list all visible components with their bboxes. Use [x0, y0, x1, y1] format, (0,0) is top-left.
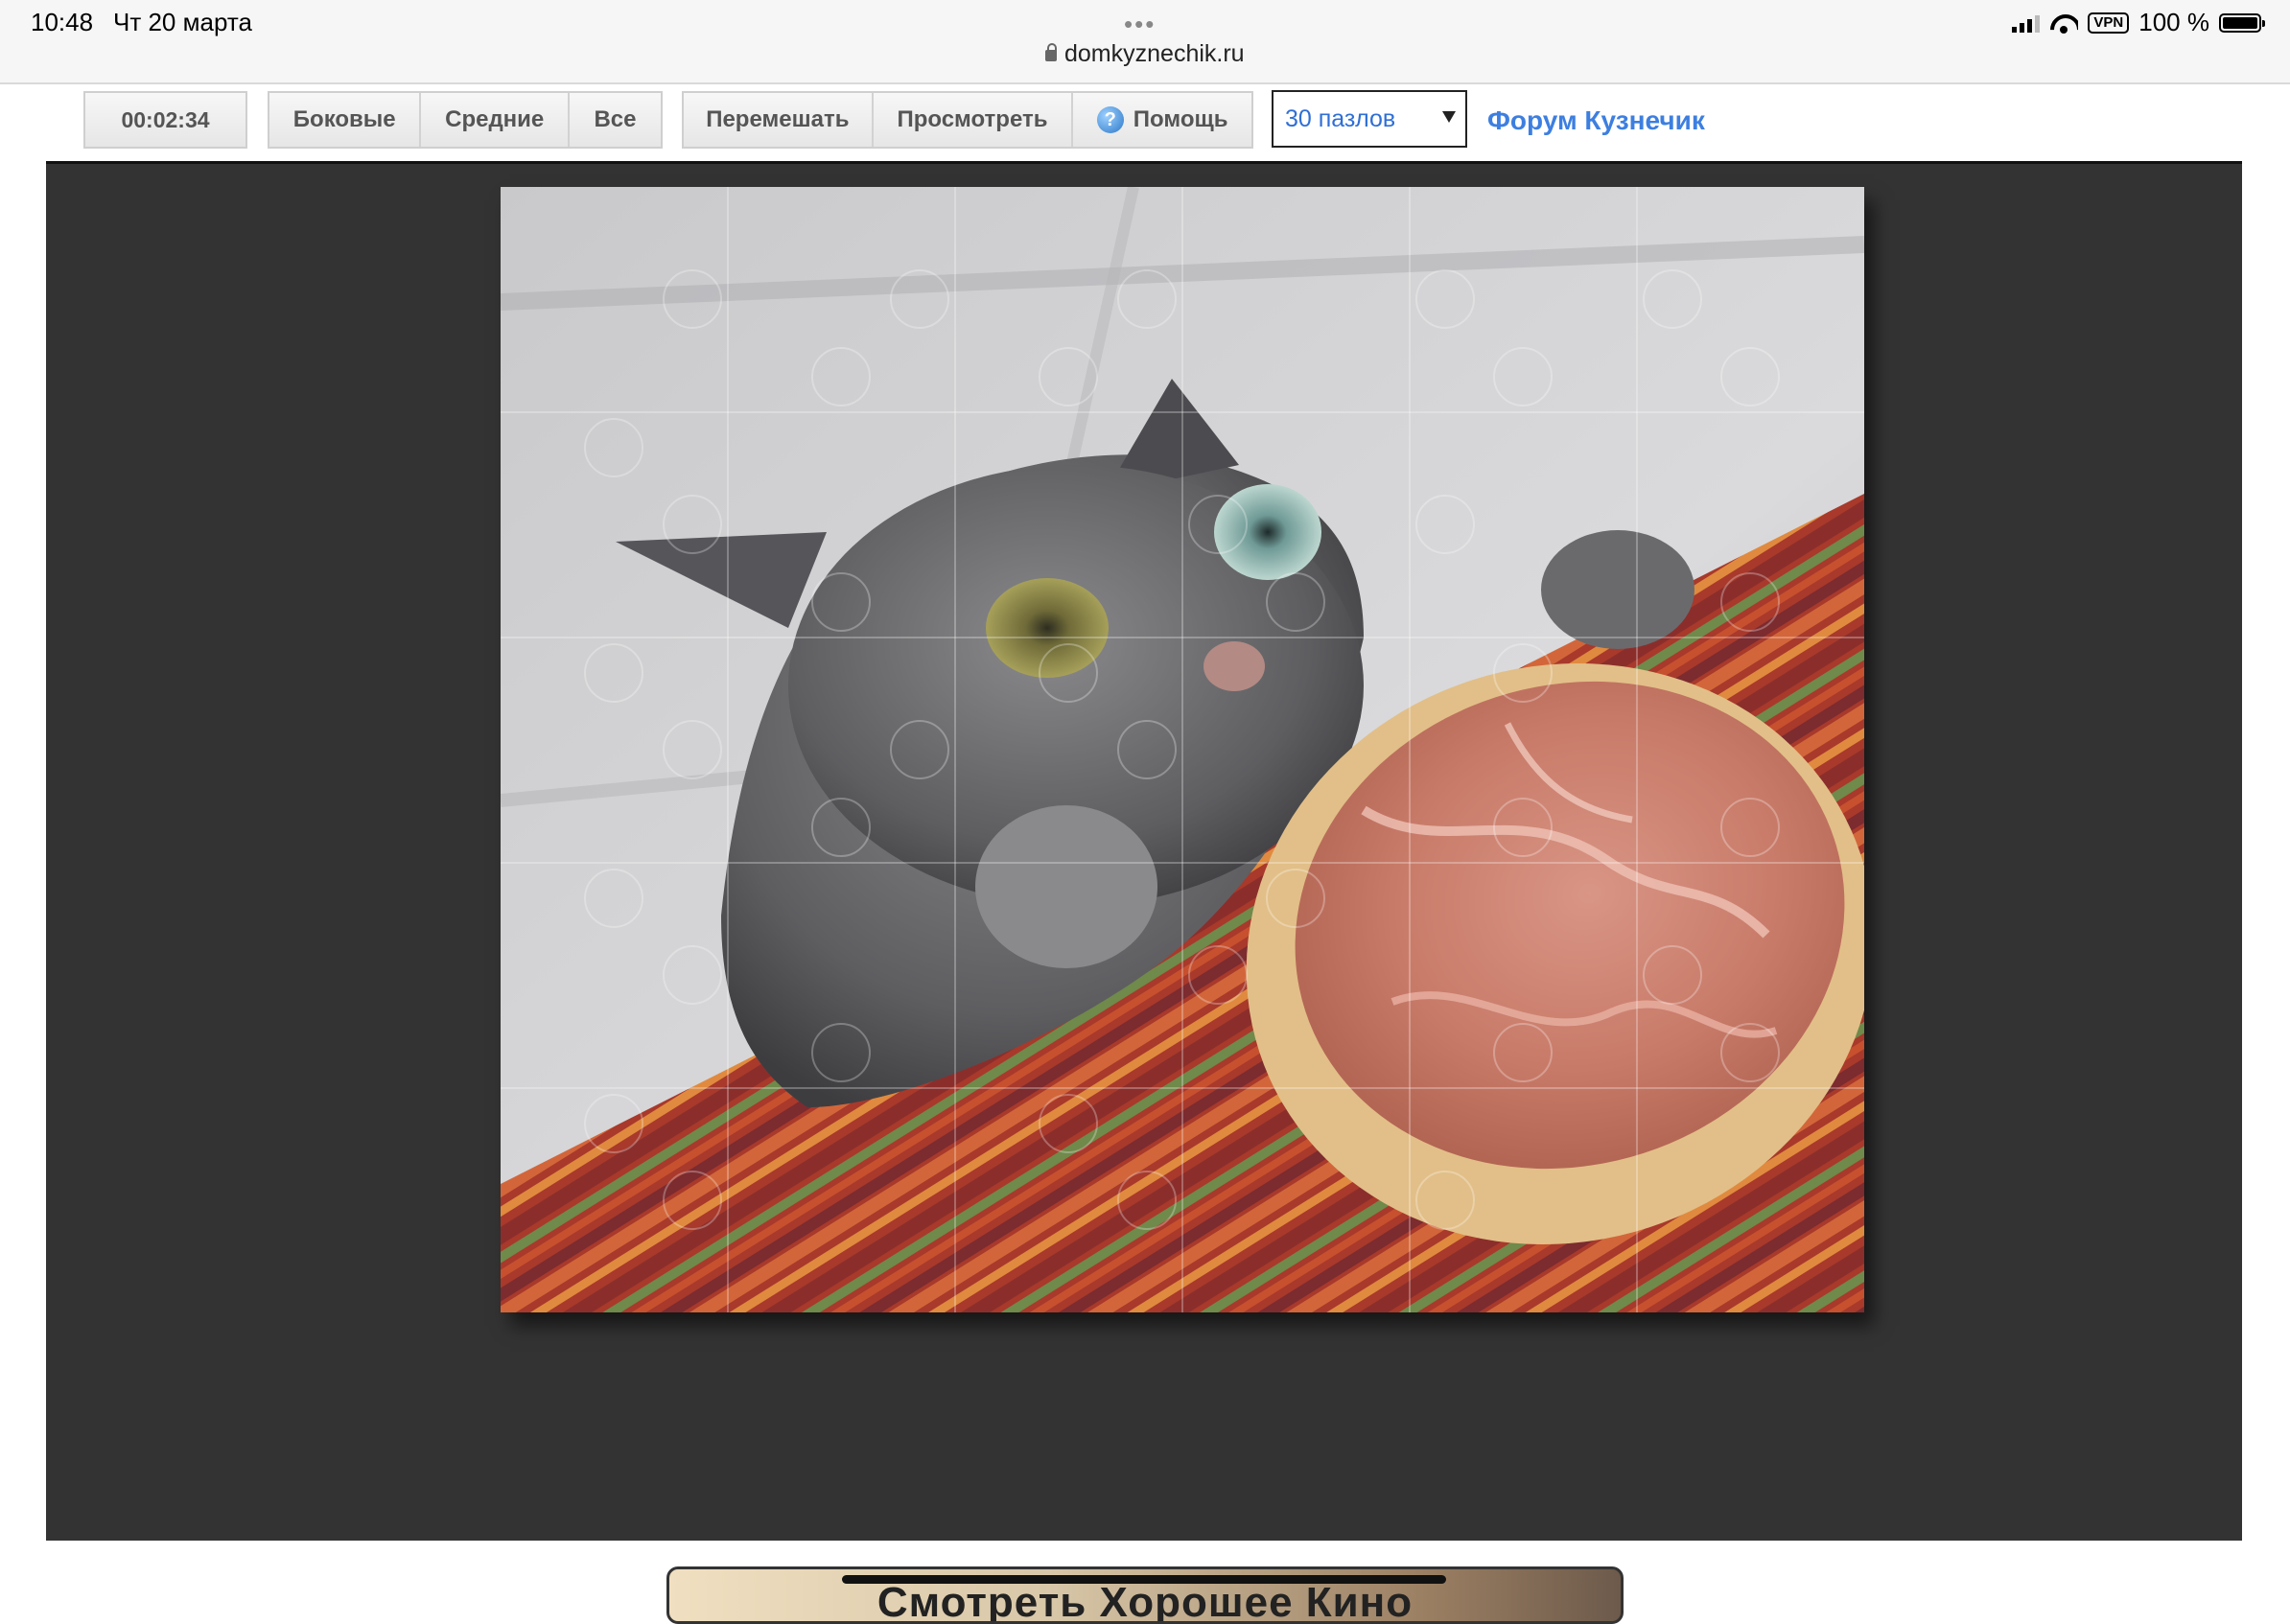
puzzle-image — [501, 187, 1864, 1312]
address-url: domkyznechik.ru — [1064, 40, 1245, 67]
lock-icon — [1045, 43, 1057, 61]
address-bar[interactable]: domkyznechik.ru — [1045, 40, 1245, 68]
puzzle-board[interactable] — [46, 161, 2242, 1541]
shuffle-button[interactable]: Перемешать — [684, 93, 874, 147]
status-bar: 10:48 Чт 20 марта ••• domkyznechik.ru VP… — [0, 0, 2290, 84]
forum-link[interactable]: Форум Кузнечик — [1487, 105, 1705, 136]
status-time: 10:48 — [31, 8, 94, 36]
pieces-count-value: 30 пазлов — [1285, 104, 1396, 132]
timer-display: 00:02:34 — [85, 93, 245, 147]
vpn-badge: VPN — [2088, 12, 2130, 34]
assembled-puzzle[interactable] — [501, 187, 1864, 1312]
filter-edges-button[interactable]: Боковые — [269, 93, 422, 147]
puzzle-toolbar: 00:02:34 Боковые Средние Все Перемешать … — [0, 86, 2290, 161]
help-label: Помощь — [1133, 106, 1228, 132]
pieces-count-select[interactable]: 30 пазлов — [1272, 90, 1467, 148]
status-date: Чт 20 марта — [113, 8, 252, 36]
chevron-down-icon — [1442, 111, 1456, 123]
action-group: Перемешать Просмотреть ? Помощь — [682, 91, 1253, 149]
status-indicators: VPN 100 % — [2012, 8, 2265, 37]
tab-dots-icon[interactable]: ••• — [1124, 10, 1156, 39]
wifi-icon — [2049, 12, 2078, 34]
filter-all-button[interactable]: Все — [569, 93, 661, 147]
battery-percent: 100 % — [2138, 8, 2209, 36]
piece-filter-group: Боковые Средние Все — [268, 91, 663, 149]
help-icon: ? — [1096, 106, 1124, 133]
timer-box: 00:02:34 — [83, 91, 247, 149]
help-button[interactable]: ? Помощь — [1073, 93, 1251, 147]
filter-middle-button[interactable]: Средние — [421, 93, 570, 147]
preview-button[interactable]: Просмотреть — [873, 93, 1074, 147]
promo-banner[interactable]: Смотреть Хорошее Кино — [666, 1566, 1624, 1624]
banner-text: Смотреть Хорошее Кино — [876, 1579, 1414, 1624]
battery-icon — [2219, 12, 2265, 33]
cellular-signal-icon — [2012, 13, 2041, 33]
